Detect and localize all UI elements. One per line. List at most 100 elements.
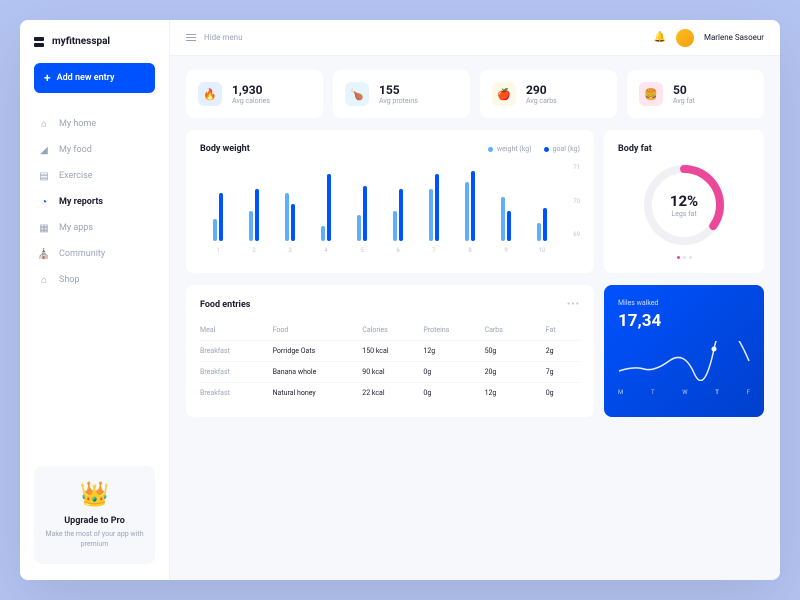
bar-goal — [255, 189, 259, 241]
cell-food: Natural honey — [273, 389, 359, 397]
upgrade-promo[interactable]: 👑 Upgrade to Pro Make the most of your a… — [34, 466, 155, 564]
bodyweight-chart: 12345678910717069 — [200, 164, 580, 254]
add-entry-label: Add new entry — [57, 73, 115, 83]
bar-group: 3 — [272, 167, 308, 254]
cell-meal: Breakfast — [200, 347, 269, 355]
bar-group: 7 — [416, 167, 452, 254]
sidebar-item-my-reports[interactable]: ◔ My reports — [34, 189, 155, 215]
bar-goal — [471, 171, 475, 241]
bodyfat-label: Legs fat — [670, 210, 698, 218]
bar-goal — [219, 193, 223, 241]
app-window: myfitnesspal + Add new entry ⌂My home◢My… — [20, 20, 780, 580]
table-row[interactable]: BreakfastPorridge Oats150 kcal12g50g2g — [200, 340, 580, 361]
bodyfat-card: Body fat 12% Legs fat — [604, 130, 764, 273]
cell-calories: 150 kcal — [362, 347, 419, 355]
sidebar-item-my-food[interactable]: ◢My food — [34, 137, 155, 163]
column-header: Meal — [200, 326, 269, 334]
promo-title: Upgrade to Pro — [44, 516, 145, 526]
sidebar-item-my-apps[interactable]: ▦ My apps — [34, 215, 155, 241]
sidebar-item-my-home[interactable]: ⌂ My home — [34, 111, 155, 137]
stat-card: 🍎290Avg carbs — [480, 70, 617, 118]
main-area: Hide menu 🔔 Marlene Sasoeur 🔥1,930Avg ca… — [170, 20, 780, 580]
nav-icon: ▤ — [38, 170, 50, 182]
stat-value: 290 — [526, 83, 557, 97]
column-header: Proteins — [423, 326, 480, 334]
nav-icon: ⌂ — [38, 118, 50, 130]
day-label: T — [651, 389, 655, 396]
add-entry-button[interactable]: + Add new entry — [34, 63, 155, 93]
day-label: F — [747, 389, 750, 396]
legend-goal: goal (kg) — [544, 145, 580, 153]
column-header: Food — [273, 326, 359, 334]
bar-weight — [321, 226, 325, 241]
dot-icon — [544, 147, 549, 152]
bar-goal — [291, 204, 295, 241]
cell-fat: 2g — [546, 347, 580, 355]
nav-icon: ▦ — [38, 222, 50, 234]
cell-fat: 0g — [546, 389, 580, 397]
miles-days: MTWTF — [618, 389, 750, 396]
sidebar-item-exercise[interactable]: ▤Exercise — [34, 163, 155, 189]
nav-label: My apps — [59, 223, 93, 233]
bar-label: 4 — [324, 247, 327, 254]
nav-icon: ⛪ — [38, 248, 50, 260]
nav-icon: ◔ — [38, 196, 50, 208]
stat-icon: 🍔 — [639, 82, 663, 106]
promo-subtitle: Make the most of your app with premium — [44, 530, 145, 550]
brand-logo[interactable]: myfitnesspal — [34, 36, 155, 47]
sidebar-item-shop[interactable]: ⌂Shop — [34, 267, 155, 293]
bar-group: 6 — [380, 167, 416, 254]
table-row[interactable]: BreakfastNatural honey22 kcal0g12g0g — [200, 382, 580, 403]
table-header: MealFoodCaloriesProteinsCarbsFat — [200, 320, 580, 340]
bar-group: 8 — [452, 167, 488, 254]
stat-icon: 🍗 — [345, 82, 369, 106]
stat-icon: 🍎 — [492, 82, 516, 106]
column-header: Carbs — [485, 326, 542, 334]
table-row[interactable]: BreakfastBanana whole90 kcal0g20g7g — [200, 361, 580, 382]
bodyweight-title: Body weight — [200, 144, 250, 154]
bar-weight — [537, 223, 541, 242]
miles-chart: MTWTF — [618, 341, 750, 391]
miles-label: Miles walked — [618, 299, 750, 307]
nav-label: My home — [59, 119, 96, 129]
nav-list: ⌂ My home ◢My food▤Exercise ◔ My reports ▦ My … — [34, 111, 155, 293]
hide-menu-label[interactable]: Hide menu — [204, 33, 242, 42]
stat-label: Avg fat — [673, 97, 695, 105]
menu-toggle-icon[interactable] — [186, 34, 196, 41]
dot-icon — [488, 147, 493, 152]
bar-label: 5 — [360, 247, 363, 254]
bar-weight — [393, 211, 397, 241]
bodyfat-title: Body fat — [618, 144, 750, 154]
entries-title: Food entries — [200, 300, 250, 310]
bar-weight — [285, 193, 289, 241]
bar-weight — [249, 211, 253, 241]
crown-icon: 👑 — [44, 480, 145, 508]
cell-carbs: 12g — [485, 389, 542, 397]
cell-carbs: 20g — [485, 368, 542, 376]
content: 🔥1,930Avg calories🍗155Avg proteins🍎290Av… — [170, 56, 780, 580]
bar-goal — [543, 208, 547, 241]
bar-goal — [435, 174, 439, 241]
stat-value: 1,930 — [232, 83, 270, 97]
bar-label: 10 — [539, 247, 546, 254]
nav-label: Community — [59, 249, 105, 259]
day-label: W — [682, 389, 687, 396]
more-icon[interactable]: ••• — [567, 299, 580, 310]
bar-weight — [357, 215, 361, 241]
bodyfat-pager[interactable] — [618, 256, 750, 259]
bar-weight — [213, 219, 217, 241]
nav-label: My reports — [59, 197, 103, 207]
avatar[interactable] — [676, 29, 694, 47]
sidebar-item-community[interactable]: ⛪ Community — [34, 241, 155, 267]
stat-card: 🍔50Avg fat — [627, 70, 764, 118]
bar-group: 5 — [344, 167, 380, 254]
nav-icon: ◢ — [38, 144, 50, 156]
notifications-icon[interactable]: 🔔 — [654, 32, 666, 43]
bar-group: 9 — [488, 167, 524, 254]
sidebar: myfitnesspal + Add new entry ⌂My home◢My… — [20, 20, 170, 580]
username[interactable]: Marlene Sasoeur — [704, 33, 764, 42]
cell-food: Porridge Oats — [273, 347, 359, 355]
topbar: Hide menu 🔔 Marlene Sasoeur — [170, 20, 780, 56]
bar-weight — [501, 197, 505, 241]
bodyweight-card: Body weight weight (kg) goal (kg) 123456… — [186, 130, 594, 273]
